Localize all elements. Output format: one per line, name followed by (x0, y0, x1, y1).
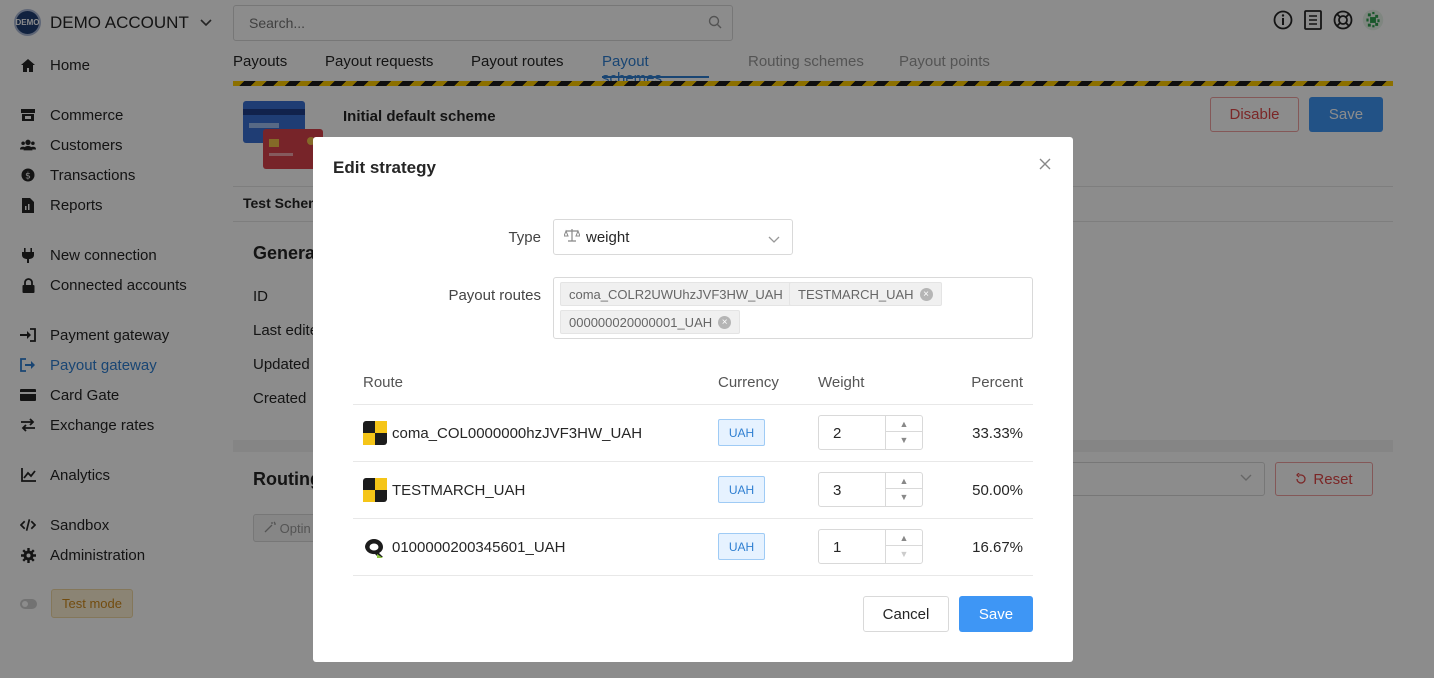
weight-input[interactable]: 1 ▲ ▼ (818, 529, 923, 564)
modal-title: Edit strategy (333, 158, 436, 177)
chevron-down-icon[interactable]: ▼ (886, 546, 922, 562)
weight-value: 1 (833, 539, 842, 556)
chevron-up-icon[interactable]: ▲ (886, 416, 922, 432)
divider (353, 575, 1033, 576)
provider-logo-icon (363, 535, 387, 559)
route-name: coma_COL0000000hzJVF3HW_UAH (392, 425, 643, 442)
column-header-percent: Percent (971, 374, 1023, 391)
route-name: TESTMARCH_UAH (392, 482, 526, 499)
chevron-down-icon[interactable]: ▼ (886, 489, 922, 505)
route-name: 0100000200345601_UAH (392, 539, 566, 556)
divider (353, 518, 1033, 519)
checker-icon (363, 478, 387, 502)
type-select[interactable]: weight (553, 219, 793, 255)
percent-value: 33.33% (972, 425, 1023, 442)
percent-value: 16.67% (972, 539, 1023, 556)
column-header-currency: Currency (718, 374, 779, 391)
payout-routes-label: Payout routes (448, 287, 541, 304)
scale-icon (563, 228, 581, 246)
route-tag: TESTMARCH_UAH × (789, 282, 942, 306)
tag-label: 000000020000001_UAH (569, 314, 713, 330)
save-button[interactable]: Save (959, 596, 1033, 632)
currency-badge: UAH (718, 476, 765, 503)
remove-tag-icon[interactable]: × (919, 287, 933, 301)
currency-badge: UAH (718, 533, 765, 560)
weight-stepper: ▲ ▼ (885, 530, 922, 563)
chevron-up-icon[interactable]: ▲ (886, 473, 922, 489)
type-value: weight (586, 228, 630, 246)
edit-strategy-modal: Edit strategy Type weight Payout routes … (313, 137, 1073, 662)
cancel-button[interactable]: Cancel (863, 596, 949, 632)
column-header-route: Route (363, 374, 404, 391)
chevron-down-icon[interactable]: ▼ (886, 432, 922, 448)
route-tag: coma_COLR2UWUhzJVF3HW_UAH × (560, 282, 811, 306)
payout-routes-multiselect[interactable]: coma_COLR2UWUhzJVF3HW_UAH × TESTMARCH_UA… (553, 277, 1033, 339)
chevron-down-icon (768, 231, 780, 248)
checker-icon (363, 421, 387, 445)
chevron-up-icon[interactable]: ▲ (886, 530, 922, 546)
route-tag: 000000020000001_UAH × (560, 310, 741, 334)
divider (353, 461, 1033, 462)
divider (353, 404, 1033, 405)
weight-value: 3 (833, 482, 842, 499)
percent-value: 50.00% (972, 482, 1023, 499)
type-label: Type (508, 229, 541, 246)
weight-input[interactable]: 3 ▲ ▼ (818, 472, 923, 507)
tag-label: TESTMARCH_UAH (798, 286, 914, 302)
tag-label: coma_COLR2UWUhzJVF3HW_UAH (569, 286, 783, 302)
column-header-weight: Weight (818, 374, 865, 391)
weight-value: 2 (833, 425, 842, 442)
weight-stepper: ▲ ▼ (885, 416, 922, 449)
remove-tag-icon[interactable]: × (718, 315, 732, 329)
weight-stepper: ▲ ▼ (885, 473, 922, 506)
currency-badge: UAH (718, 419, 765, 446)
close-icon[interactable] (1037, 156, 1053, 172)
weight-input[interactable]: 2 ▲ ▼ (818, 415, 923, 450)
